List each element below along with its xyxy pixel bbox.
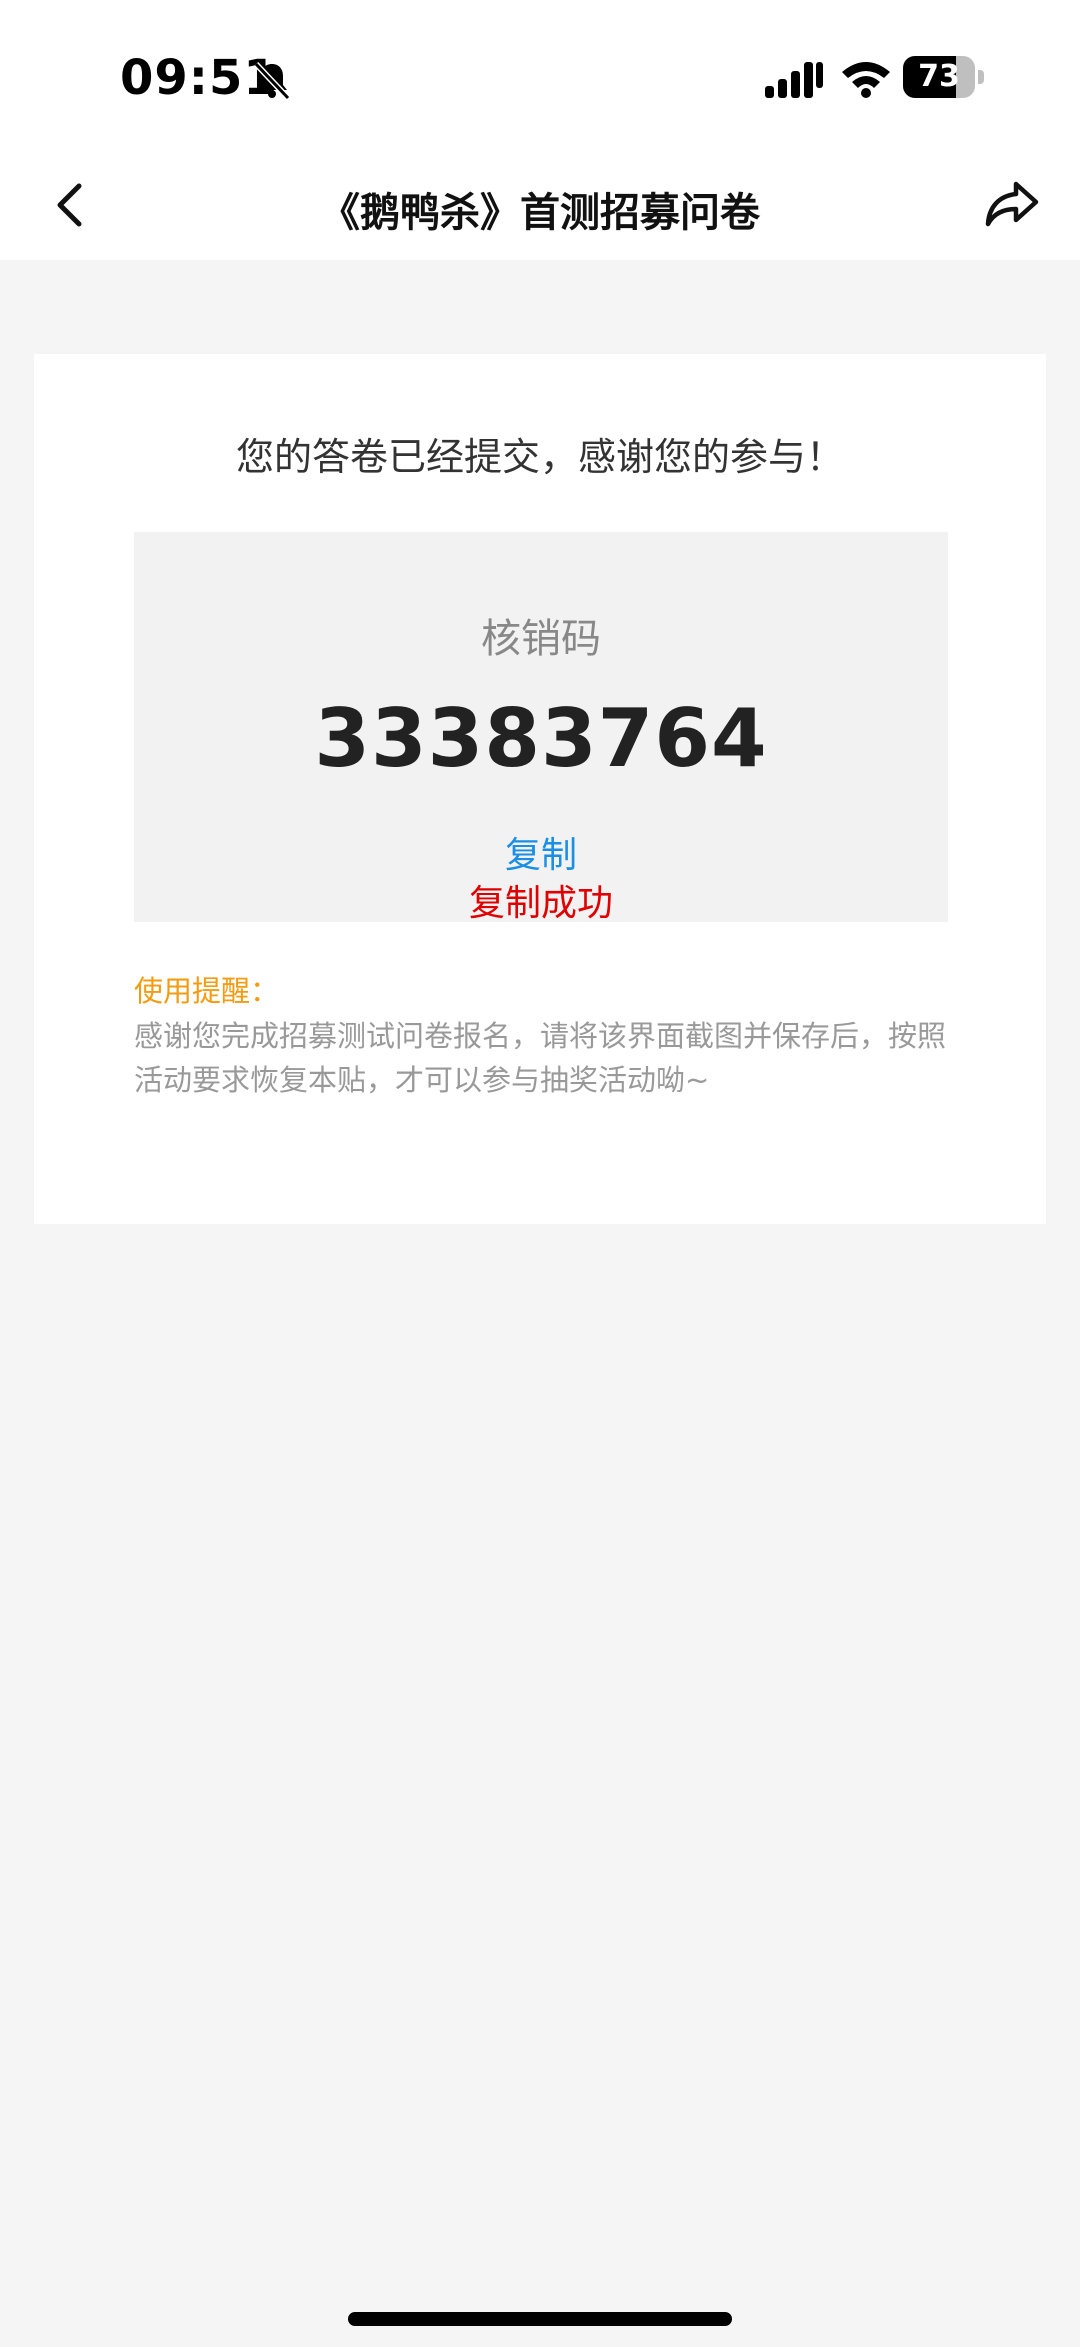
navigation-bar: 《鹅鸭杀》首测招募问卷 (0, 150, 1080, 260)
copy-button[interactable]: 复制 (134, 826, 948, 878)
chevron-left-icon (57, 183, 82, 227)
status-bar: 09:51 73 (0, 0, 1080, 150)
redeem-code-box: 核销码 33383764 复制 复制成功 (134, 532, 948, 924)
copy-success-text: 复制成功 (468, 883, 613, 924)
home-indicator[interactable] (348, 2312, 732, 2326)
battery-level: 73 (918, 59, 960, 94)
redeem-code-label: 核销码 (481, 616, 601, 662)
share-button[interactable] (980, 168, 1044, 238)
submission-thanks-text: 您的答卷已经提交，感谢您的参与！ (235, 435, 844, 479)
result-card: 您的答卷已经提交，感谢您的参与！ 核销码 33383764 复制 复制成功 使用… (34, 354, 1046, 1224)
reminder-text: 感谢您完成招募测试问卷报名，请将该界面截图并保存后，按照活动要求恢复本贴，才可以… (134, 1019, 947, 1097)
redeem-code-value: 33383764 (314, 692, 768, 785)
signal-icon (765, 62, 823, 98)
page-title: 《鹅鸭杀》首测招募问卷 (320, 190, 760, 236)
reminder-title: 使用提醒： (134, 974, 280, 1008)
battery-cap (978, 70, 984, 84)
wifi-icon (842, 62, 890, 98)
back-button[interactable] (42, 170, 96, 240)
battery-body: 73 (903, 56, 975, 98)
battery-indicator: 73 (903, 56, 985, 98)
bell-slash-icon (253, 61, 291, 101)
share-arrow-icon (985, 181, 1039, 227)
